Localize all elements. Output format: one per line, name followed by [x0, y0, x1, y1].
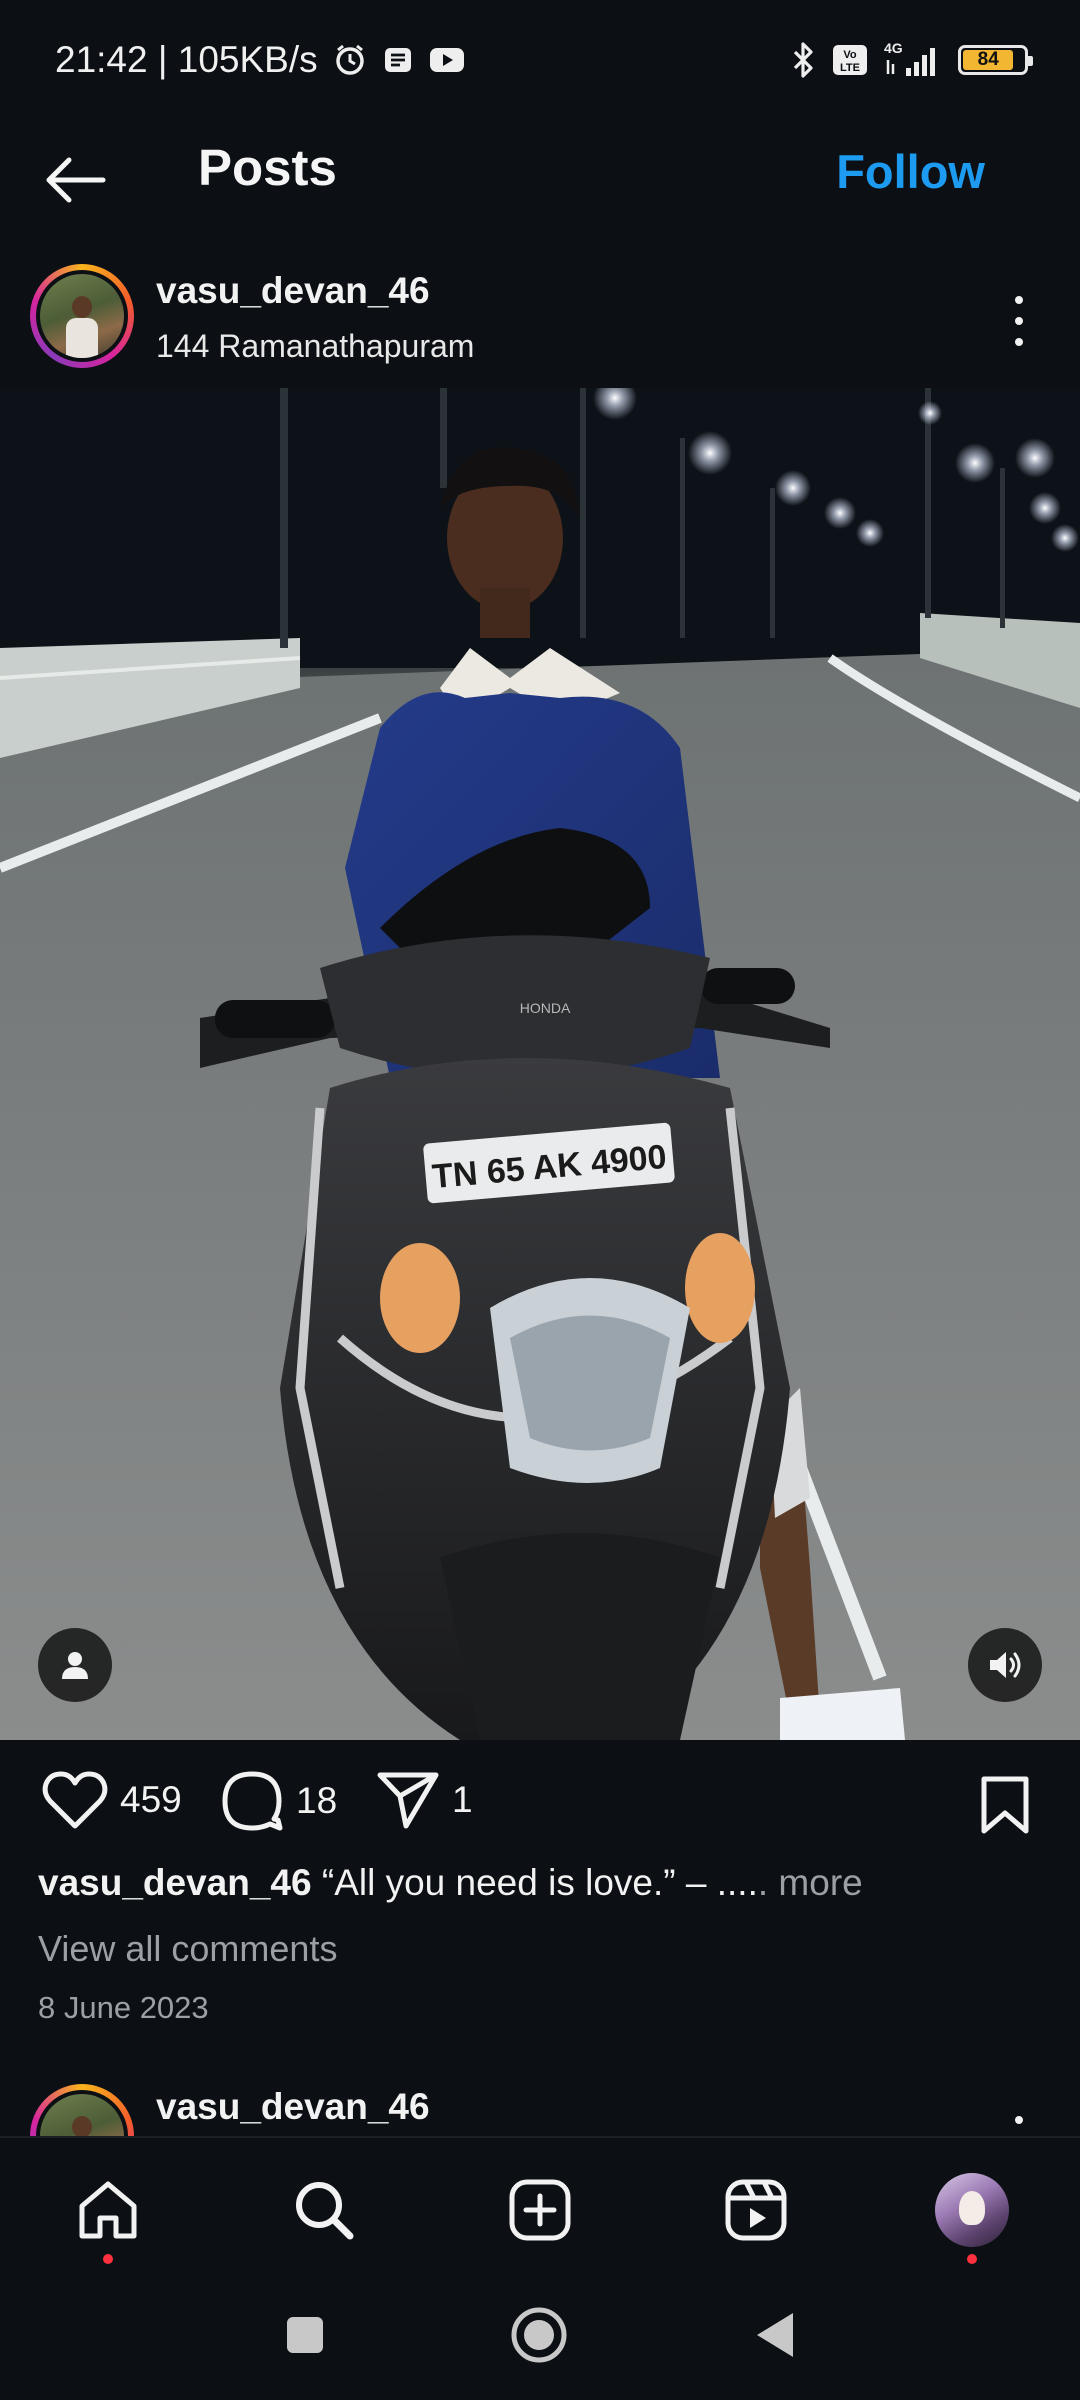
caption-username[interactable]: vasu_devan_46	[38, 1862, 312, 1903]
youtube-icon	[428, 44, 466, 76]
post-photo[interactable]: HONDA TN 65 AK 4900	[0, 388, 1080, 1740]
profile-notification-dot	[967, 2254, 977, 2264]
status-left: 21:42 | 105KB/s	[55, 39, 466, 81]
volume-icon	[990, 1652, 1021, 1678]
volume-button[interactable]	[968, 1628, 1042, 1702]
view-all-comments-link[interactable]: View all comments	[38, 1928, 337, 1970]
save-button[interactable]	[970, 1770, 1040, 1840]
send-icon	[377, 1772, 439, 1829]
photo-scene: HONDA TN 65 AK 4900	[0, 388, 1080, 1740]
arrow-left-icon	[46, 157, 106, 203]
status-time-speed: 21:42 | 105KB/s	[55, 39, 318, 80]
status-bar: 21:42 | 105KB/s Vo LTE 4G 84	[0, 0, 1080, 120]
nav-reels[interactable]	[718, 2172, 794, 2248]
nav-profile[interactable]	[934, 2172, 1010, 2264]
home-system-button[interactable]	[504, 2300, 574, 2370]
home-icon	[79, 2181, 137, 2239]
bookmark-icon	[981, 1776, 1029, 1834]
person-icon	[62, 1652, 88, 1679]
next-post-username[interactable]: vasu_devan_46	[156, 2086, 430, 2128]
battery-indicator: 84	[958, 45, 1033, 75]
back-system-button[interactable]	[740, 2300, 810, 2370]
avatar-image	[40, 274, 124, 358]
next-post-avatar[interactable]	[30, 2084, 134, 2136]
home-notification-dot	[103, 2254, 113, 2264]
svg-text:Vo: Vo	[843, 49, 857, 61]
profile-avatar	[935, 2173, 1009, 2247]
like-action[interactable]: 459	[42, 1770, 182, 1830]
volte-icon: Vo LTE	[832, 43, 868, 77]
back-button[interactable]	[40, 148, 110, 212]
photo-brand: HONDA	[520, 1000, 571, 1016]
caption-text: “All you need is love.” – ....	[321, 1862, 758, 1903]
post-date: 8 June 2023	[38, 1990, 209, 2025]
comment-count: 18	[296, 1780, 338, 1821]
comment-action[interactable]: 18	[220, 1770, 337, 1832]
create-icon	[509, 2179, 571, 2241]
notes-icon	[382, 44, 414, 76]
network-label: 4G	[884, 40, 903, 56]
battery-level: 84	[963, 49, 1014, 70]
status-right: Vo LTE 4G 84	[788, 40, 1033, 80]
bottom-navigation	[0, 2136, 1080, 2272]
next-more-options-button[interactable]	[1004, 2116, 1034, 2136]
share-action[interactable]: 1	[376, 1770, 473, 1830]
search-icon	[296, 2182, 354, 2240]
post-avatar[interactable]	[30, 264, 134, 368]
comment-icon	[222, 1771, 283, 1831]
nav-search[interactable]	[286, 2172, 362, 2248]
post-header: vasu_devan_46 144 Ramanathapuram	[0, 256, 1080, 384]
triangle-back-icon	[757, 2313, 793, 2357]
heart-icon	[42, 1771, 108, 1829]
more-dots-icon	[1015, 296, 1023, 304]
post-username[interactable]: vasu_devan_46	[156, 270, 430, 312]
nav-create[interactable]	[502, 2172, 578, 2248]
alarm-icon	[332, 42, 368, 78]
signal-icon: 4G	[882, 40, 944, 80]
next-post-header: vasu_devan_46	[0, 2076, 1080, 2136]
more-options-button[interactable]	[1004, 296, 1034, 346]
system-navigation	[0, 2272, 1080, 2400]
post-location[interactable]: 144 Ramanathapuram	[156, 328, 474, 365]
follow-button[interactable]: Follow	[836, 144, 985, 199]
recent-apps-button[interactable]	[270, 2300, 340, 2370]
square-icon	[287, 2317, 323, 2353]
tag-people-button[interactable]	[38, 1628, 112, 1702]
top-header: Posts Follow	[0, 120, 1080, 240]
reels-icon	[725, 2179, 787, 2241]
nav-home[interactable]	[70, 2172, 146, 2264]
caption-more[interactable]: . more	[758, 1862, 863, 1903]
like-count: 459	[120, 1779, 182, 1820]
svg-text:LTE: LTE	[840, 62, 860, 74]
post-caption[interactable]: vasu_devan_46 “All you need is love.” – …	[38, 1862, 1048, 1904]
post-actions: 459 18 1	[0, 1740, 1080, 1870]
bluetooth-icon	[788, 40, 818, 80]
circle-icon	[511, 2307, 567, 2363]
page-title: Posts	[198, 139, 337, 196]
share-count: 1	[452, 1779, 473, 1820]
